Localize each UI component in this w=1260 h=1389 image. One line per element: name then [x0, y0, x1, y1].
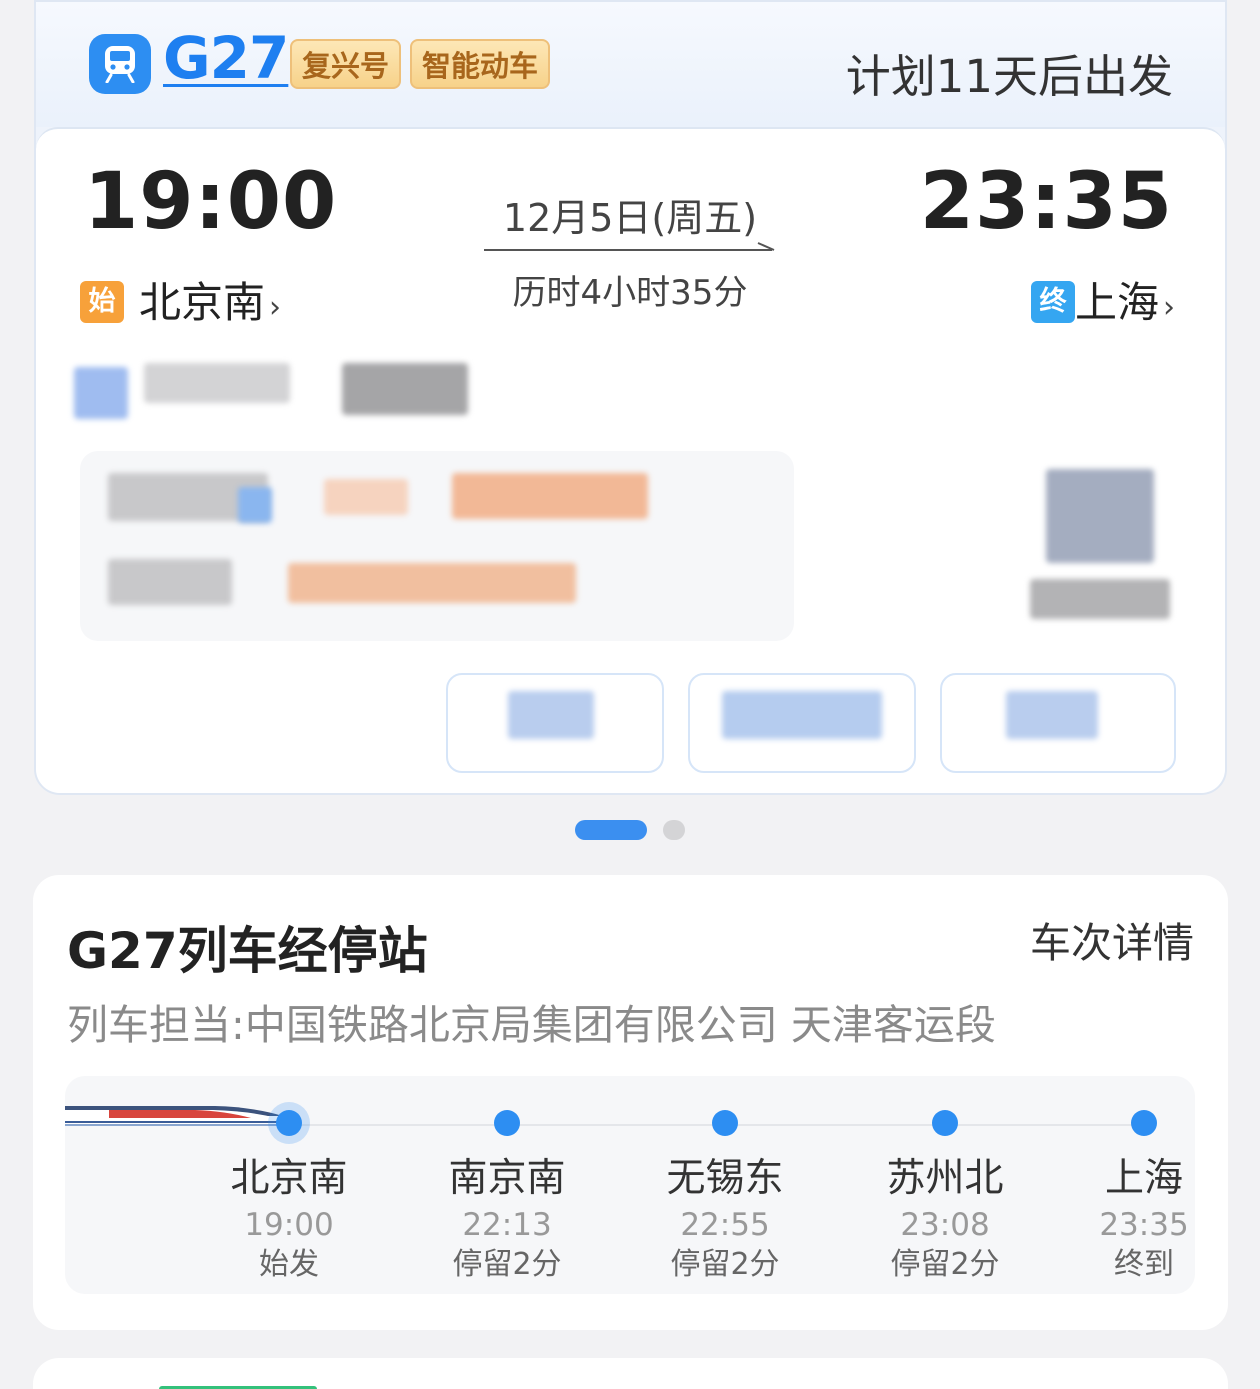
- stop-name: 无锡东: [666, 1156, 784, 1201]
- ticket-body: 19:00 23:35 12月5日(周五) 历时4小时35分 始 北京南 › 终 …: [36, 127, 1225, 793]
- blurred-passenger-panel: [80, 451, 794, 641]
- stops-card: G27列车经停站 车次详情 列车担当:中国铁路北京局集团有限公司 天津客运段 北…: [33, 875, 1228, 1330]
- blurred-seat-info: [144, 363, 290, 403]
- depart-plan-text: 计划11天后出发: [845, 50, 1173, 103]
- smart-emu-badge: 智能动车: [410, 39, 551, 89]
- departure-time: 19:00: [84, 157, 338, 247]
- blurred-tag: [238, 487, 272, 523]
- next-card: [33, 1358, 1228, 1389]
- stop-name: 南京南: [448, 1156, 566, 1201]
- arrival-station-link[interactable]: 上海 ›: [1075, 269, 1175, 330]
- departure-station-link[interactable]: 北京南 ›: [139, 269, 281, 330]
- stop-name: 北京南: [230, 1156, 348, 1201]
- trip-duration: 历时4小时35分: [512, 273, 748, 313]
- blurred-button-label: [508, 691, 594, 739]
- stop-dot: [494, 1110, 520, 1136]
- stop-time: 22:13: [462, 1207, 552, 1243]
- stop-note: 停留2分: [670, 1247, 780, 1282]
- blurred-button-label: [1006, 691, 1098, 739]
- train-icon: [89, 34, 151, 94]
- ticket-header: G27 复兴号 智能动车 计划11天后出发: [36, 2, 1225, 127]
- arrival-time: 23:35: [919, 157, 1173, 247]
- blurred-info: [288, 563, 576, 603]
- stops-title: G27列车经停站: [67, 922, 428, 980]
- action-button-2[interactable]: [688, 673, 916, 773]
- stop-shanghai[interactable]: 上海 23:35 终到: [1044, 1110, 1195, 1284]
- stop-dot: [276, 1110, 302, 1136]
- stop-nanjingnan[interactable]: 南京南 22:13 停留2分: [407, 1110, 607, 1284]
- chevron-right-icon: ›: [269, 290, 282, 325]
- operator-text: 列车担当:中国铁路北京局集团有限公司 天津客运段: [67, 1001, 996, 1049]
- stop-note: 停留2分: [890, 1247, 1000, 1282]
- stop-time: 19:00: [244, 1207, 334, 1243]
- blurred-button-label: [722, 691, 882, 739]
- stop-suzhoubei[interactable]: 苏州北 23:08 停留2分: [845, 1110, 1045, 1284]
- action-button-3[interactable]: [940, 673, 1176, 773]
- stop-name: 上海: [1104, 1156, 1183, 1201]
- blurred-qr-icon: [1046, 469, 1154, 563]
- stop-note: 始发: [259, 1247, 319, 1282]
- stop-time: 22:55: [680, 1207, 770, 1243]
- start-tag: 始: [80, 281, 124, 323]
- fuxing-badge: 复兴号: [290, 39, 402, 89]
- stop-name: 苏州北: [886, 1156, 1004, 1201]
- train-code-link[interactable]: G27: [163, 24, 289, 92]
- stop-note: 停留2分: [452, 1247, 562, 1282]
- action-button-1[interactable]: [446, 673, 664, 773]
- pager-dot[interactable]: [663, 820, 685, 840]
- stop-dot: [932, 1110, 958, 1136]
- stop-wuxidong[interactable]: 无锡东 22:55 停留2分: [625, 1110, 825, 1284]
- blurred-seat-info: [342, 363, 468, 415]
- stop-dot: [712, 1110, 738, 1136]
- stop-beijingnan[interactable]: 北京南 19:00 始发: [189, 1110, 389, 1284]
- departure-station-name: 北京南: [139, 278, 266, 327]
- travel-date: 12月5日(周五): [502, 196, 758, 240]
- blurred-seat-icon: [74, 367, 128, 419]
- stops-timeline[interactable]: 北京南 19:00 始发 南京南 22:13 停留2分 无锡东 22:55 停留…: [65, 1076, 1195, 1294]
- pager-dot-active[interactable]: [575, 820, 647, 840]
- chevron-right-icon: ›: [1163, 290, 1175, 325]
- blurred-info: [108, 559, 232, 605]
- ticket-card: G27 复兴号 智能动车 计划11天后出发 19:00 23:35 12月5日(…: [34, 0, 1227, 795]
- stop-note: 终到: [1114, 1247, 1174, 1282]
- stop-dot: [1131, 1110, 1157, 1136]
- train-detail-link[interactable]: 车次详情: [1030, 909, 1194, 969]
- end-tag: 终: [1031, 281, 1075, 323]
- blurred-price: [452, 473, 648, 519]
- stop-time: 23:35: [1099, 1207, 1189, 1243]
- blurred-price: [324, 479, 408, 515]
- stop-time: 23:08: [900, 1207, 990, 1243]
- arrival-station-name: 上海: [1074, 278, 1159, 327]
- blurred-qr-label: [1030, 579, 1170, 619]
- route-arrow-icon: [484, 242, 775, 251]
